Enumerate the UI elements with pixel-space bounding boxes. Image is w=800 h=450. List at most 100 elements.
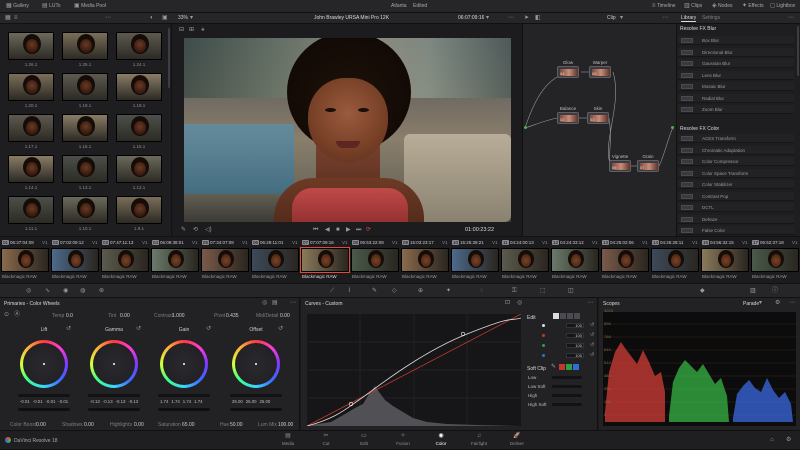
tint-value[interactable]: 0.00 <box>120 313 130 319</box>
node-view-icon[interactable]: ◧ <box>535 15 541 21</box>
viewer-mode-icon[interactable]: ▣ <box>162 15 168 21</box>
go-to-start-icon[interactable]: ⏮ <box>313 227 318 233</box>
library-item[interactable]: Chromatic Adaptation <box>678 145 794 155</box>
timeline-clip[interactable] <box>251 248 299 272</box>
page-deliver-icon[interactable]: 🚀 <box>513 433 521 439</box>
volume-icon[interactable]: ◁) <box>205 227 212 233</box>
wheel-value[interactable]: 25.00 <box>246 399 257 404</box>
library-tab[interactable]: Library <box>681 15 697 22</box>
scopes-icon[interactable]: ▥ <box>750 288 756 294</box>
gallery-still[interactable] <box>8 32 54 60</box>
soft-clip-red[interactable] <box>559 364 565 370</box>
timeline-clip[interactable] <box>401 248 449 272</box>
tracker-icon[interactable]: ⊕ <box>418 288 423 294</box>
channel-intensity[interactable]: 100 <box>566 353 584 358</box>
bars-mode-icon[interactable]: ▤ <box>272 300 278 306</box>
library-scrollbar[interactable] <box>797 26 799 76</box>
timeline-clip[interactable] <box>551 248 599 272</box>
timeline-clip[interactable] <box>201 248 249 272</box>
gallery-scrollbar[interactable] <box>168 28 170 88</box>
node-vignette[interactable]: Vignette 06 <box>609 154 631 172</box>
contrast-value[interactable]: 1.000 <box>172 313 185 319</box>
gallery-still[interactable] <box>62 155 108 183</box>
effects-tab[interactable]: ✦ Effects <box>742 0 764 13</box>
library-item[interactable]: Color Compressor <box>678 157 794 166</box>
primaries-options-icon[interactable]: ⋯ <box>290 300 296 306</box>
gallery-still[interactable] <box>62 196 108 224</box>
wheel-value[interactable]: 25.00 <box>232 399 243 404</box>
stop-icon[interactable]: ■ <box>336 227 340 233</box>
library-item[interactable]: Directional Blur <box>678 47 794 57</box>
wipe-icon[interactable]: ⊟ <box>179 27 184 33</box>
wheel-value[interactable]: 1.74 <box>194 399 202 404</box>
qualifier-icon[interactable]: ✎ <box>372 288 377 294</box>
settings-tab[interactable]: Settings <box>702 15 720 21</box>
shadows-value[interactable]: 0.00 <box>84 422 94 428</box>
hue-value[interactable]: 50.00 <box>230 422 243 428</box>
timeline-clip[interactable] <box>1 248 49 272</box>
middetail-value[interactable]: 0.00 <box>280 313 290 319</box>
channel-y-button[interactable] <box>553 313 559 319</box>
page-media-tab[interactable]: Media <box>270 441 306 446</box>
library-item[interactable]: Contrast Pop <box>678 191 794 201</box>
timeline-clip[interactable] <box>651 248 699 272</box>
soft-clip-blue[interactable] <box>573 364 579 370</box>
library-section-color[interactable]: Resolve FX Color <box>680 126 719 132</box>
page-color-icon[interactable]: ◉ <box>437 433 445 439</box>
wheel-value[interactable]: -0.01 <box>33 399 43 404</box>
channel-intensity[interactable]: 100 <box>566 323 584 328</box>
timeline-clip[interactable] <box>451 248 499 272</box>
scope-mode-dropdown-icon[interactable]: ▾ <box>759 300 762 306</box>
library-item[interactable]: Dehaze <box>678 214 794 224</box>
go-to-end-icon[interactable]: ⏭ <box>356 227 361 233</box>
motion-effects-icon[interactable]: ⊛ <box>99 288 104 294</box>
wheel-master-slider[interactable] <box>18 394 70 397</box>
play-reverse-icon[interactable]: ◀ <box>325 227 330 233</box>
timeline-clip[interactable] <box>701 248 749 272</box>
loop-icon[interactable]: ⟲ <box>193 227 198 233</box>
node-input-dot[interactable] <box>524 126 527 129</box>
channel-reset-icon[interactable]: ↺ <box>590 332 594 338</box>
wheel-value[interactable]: 1.74 <box>183 399 191 404</box>
color-wheel-gamma[interactable] <box>86 336 142 392</box>
timeline-clip[interactable] <box>151 248 199 272</box>
scope-mode-select[interactable]: Parade <box>743 301 759 307</box>
timeline-clip[interactable] <box>101 248 149 272</box>
library-item[interactable]: Gaussian Blur <box>678 59 794 68</box>
custom-curves-icon[interactable]: ⟋ <box>330 288 334 294</box>
wheel-value[interactable]: -0.13 <box>128 399 138 404</box>
media-pool-tab[interactable]: ▣ Media Pool <box>74 0 106 13</box>
gallery-still[interactable] <box>8 196 54 224</box>
viewer-image[interactable] <box>184 38 511 222</box>
gallery-still[interactable] <box>116 73 162 101</box>
library-item[interactable]: DCTL <box>678 203 794 212</box>
hue-curves-icon[interactable]: ⌇ <box>348 288 351 294</box>
zoom-level[interactable]: 33% <box>178 15 188 21</box>
library-item[interactable]: ACES Transform <box>678 134 794 143</box>
wheel-luma-slider[interactable] <box>158 408 210 411</box>
node-glow[interactable]: Glow 04 <box>557 60 579 78</box>
soft-clip-green[interactable] <box>566 364 572 370</box>
magic-mask-icon[interactable]: ✦ <box>446 288 451 294</box>
wheel-reset-icon[interactable]: ↺ <box>136 326 141 332</box>
timeline-tab[interactable]: ≡ Timeline <box>652 0 676 13</box>
viewer-options-icon[interactable]: ⋯ <box>508 15 514 21</box>
color-wheel-gain[interactable] <box>156 336 212 392</box>
gallery-still[interactable] <box>116 196 162 224</box>
node-skin[interactable]: Skin 03 <box>587 106 609 124</box>
hdr-icon[interactable]: ◉ <box>63 288 68 294</box>
wheel-value[interactable]: -0.01 <box>58 399 68 404</box>
channel-r-button[interactable] <box>560 313 566 319</box>
lightbox-tab[interactable]: ◻ Lightbox <box>770 0 795 13</box>
library-item[interactable]: Color Space Transform <box>678 168 794 178</box>
page-cut-tab[interactable]: Cut <box>308 441 344 446</box>
library-item[interactable]: Box Blur <box>678 36 794 45</box>
clip-mode-select[interactable]: Clip <box>607 15 616 21</box>
library-options-icon[interactable]: ⋯ <box>788 15 794 21</box>
page-edit-icon[interactable]: ▭ <box>360 433 368 439</box>
reset-all-icon[interactable]: ◎ <box>262 300 267 306</box>
wheel-master-slider[interactable] <box>158 394 210 397</box>
zoom-dropdown-icon[interactable]: ▾ <box>190 15 193 21</box>
timeline-clip[interactable] <box>51 248 99 272</box>
page-deliver-tab[interactable]: Deliver <box>499 441 535 446</box>
